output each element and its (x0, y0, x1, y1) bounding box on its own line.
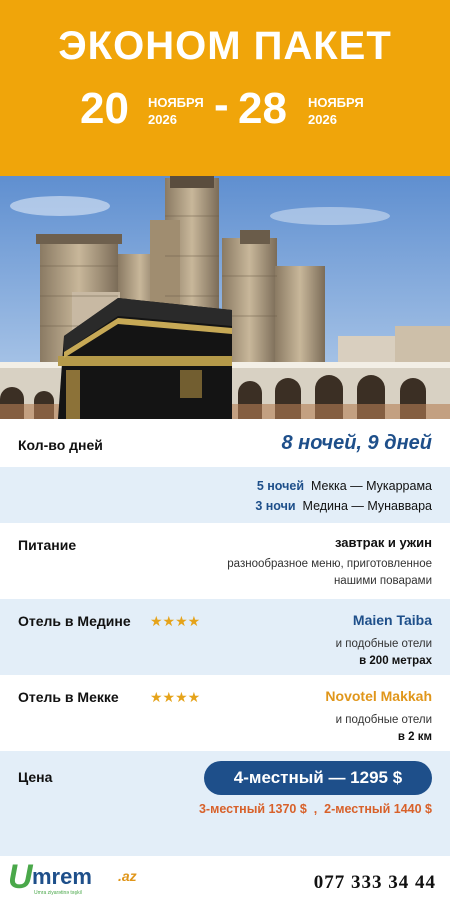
mecca-route: Мекка — Мукаррама (310, 479, 432, 493)
food-label: Питание (18, 537, 77, 553)
food-note-2: нашими поварами (333, 575, 432, 587)
end-year: 2026 (308, 112, 337, 127)
hotel-mecca-stars-icon: ★★★★ (150, 689, 201, 705)
price-label: Цена (18, 769, 53, 785)
food-note-1: разнообразное меню, приготовленное (227, 558, 432, 570)
date-separator: - (214, 80, 229, 129)
hotel-medina-row: Отель в Медине ★★★★ Maien Taiba и подобн… (0, 599, 450, 675)
end-month-year: НОЯБРЯ 2026 (308, 94, 364, 128)
kaaba-illustration (0, 176, 450, 419)
kaaba-photo (0, 176, 450, 419)
breakdown-line-medina: 3 ночи Медина — Мунаввара (255, 499, 432, 513)
price-row: Цена 4-местный — 1295 $ 3-местный 1370 $… (0, 751, 450, 856)
date-range: 20 НОЯБРЯ 2026 - 28 НОЯБРЯ 2026 (0, 80, 450, 134)
package-title: ЭКОНОМ ПАКЕТ (58, 24, 392, 68)
start-month: НОЯБРЯ (148, 95, 204, 110)
other-prices: 3-местный 1370 $ , 2-местный 1440 $ (198, 802, 432, 816)
phone-number[interactable]: 077 333 34 44 (314, 872, 436, 894)
hotel-mecca-label: Отель в Мекке (18, 689, 119, 705)
hotel-medina-name: Maien Taiba (352, 612, 432, 628)
hotel-medina-stars-icon: ★★★★ (150, 613, 201, 629)
logo-text: mrem (32, 864, 92, 889)
logo-tagline: Umra ziyarətinə təşkil (34, 890, 82, 896)
medina-route: Медина — Мунаввара (302, 499, 432, 513)
hotel-mecca-row: Отель в Мекке ★★★★ Novotel Makkah и подо… (0, 675, 450, 751)
start-day: 20 (80, 84, 129, 133)
hotel-medina-label: Отель в Медине (18, 613, 131, 629)
logo-letter-u: U (8, 858, 33, 896)
days-label: Кол-во дней (18, 437, 103, 453)
hotel-medina-note: и подобные отели (335, 638, 432, 650)
food-value: завтрак и ужин (334, 535, 432, 550)
main-price-badge: 4-местный — 1295 $ (204, 761, 432, 795)
breakdown-line-mecca: 5 ночей Мекка — Мукаррама (257, 479, 432, 493)
food-row: Питание завтрак и ужин разнообразное мен… (0, 523, 450, 599)
umrem-logo[interactable]: U mrem .az Umra ziyarətinə təşkil (8, 858, 158, 898)
mecca-nights: 5 ночей (256, 479, 305, 493)
days-row: Кол-во дней 8 ночей, 9 дней (0, 419, 450, 467)
start-month-year: НОЯБРЯ 2026 (148, 94, 204, 128)
header-banner: ЭКОНОМ ПАКЕТ 20 НОЯБРЯ 2026 - 28 НОЯБРЯ … (0, 0, 450, 176)
days-breakdown: 5 ночей Мекка — Мукаррама 3 ночи Медина … (0, 467, 450, 523)
days-value: 8 ночей, 9 дней (281, 432, 432, 454)
hotel-mecca-distance: в 2 км (397, 731, 432, 743)
hotel-mecca-name: Novotel Makkah (325, 688, 432, 704)
hotel-medina-distance: в 200 метрах (359, 655, 432, 667)
hotel-mecca-note: и подобные отели (335, 714, 432, 726)
footer: U mrem .az Umra ziyarətinə təşkil 077 33… (0, 856, 450, 900)
logo-suffix: .az (118, 868, 137, 884)
end-day: 28 (238, 84, 287, 133)
end-month: НОЯБРЯ (308, 95, 364, 110)
start-year: 2026 (148, 112, 177, 127)
medina-nights: 3 ночи (255, 499, 296, 513)
